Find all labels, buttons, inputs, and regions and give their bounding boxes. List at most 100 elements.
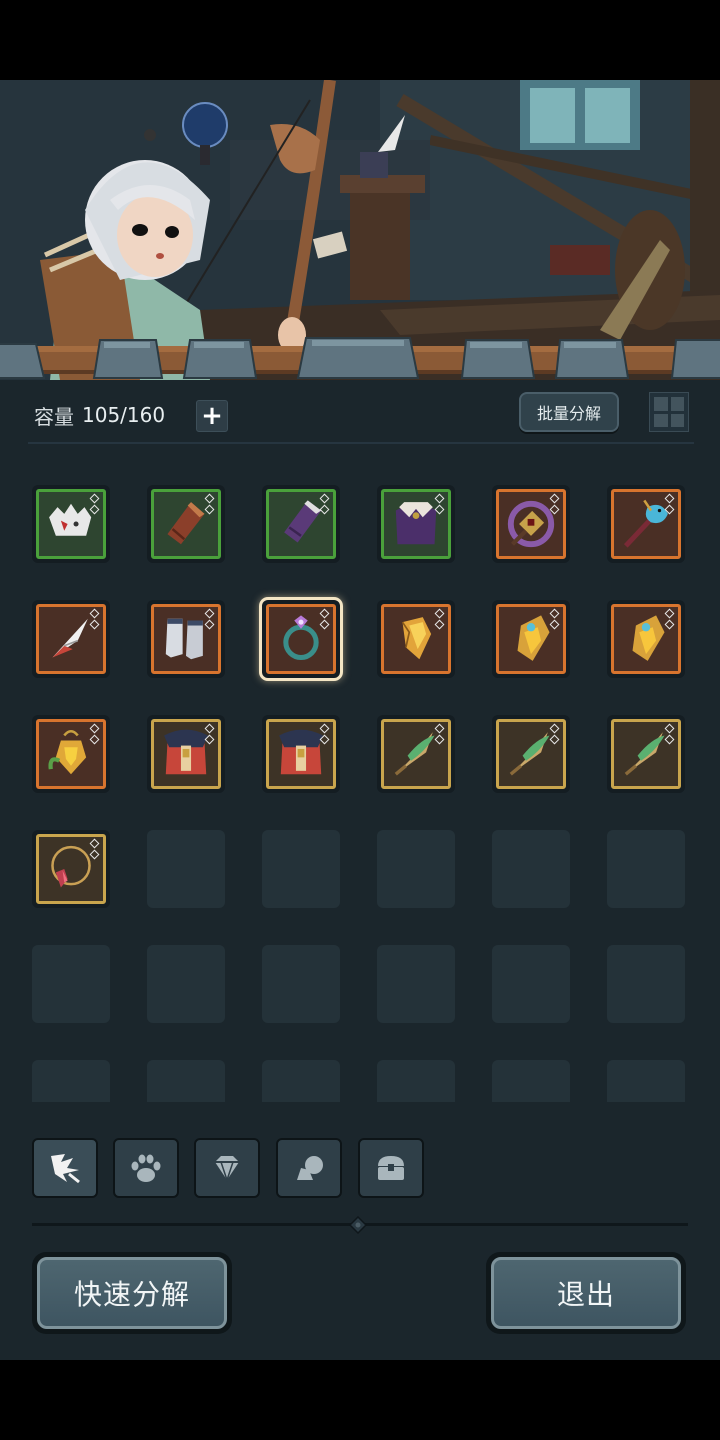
inventory-item-slot[interactable] bbox=[32, 600, 110, 678]
empty-slot bbox=[147, 830, 225, 908]
item-tag-icon bbox=[319, 493, 331, 517]
item-frame bbox=[266, 604, 336, 674]
exit-button[interactable]: 退出 bbox=[486, 1252, 686, 1334]
empty-slot bbox=[377, 1060, 455, 1102]
inventory-item-slot[interactable] bbox=[32, 715, 110, 793]
item-tag-icon bbox=[434, 493, 446, 517]
expand-capacity-button[interactable]: + bbox=[196, 400, 228, 432]
empty-slot bbox=[607, 945, 685, 1023]
inventory-item-slot[interactable] bbox=[492, 485, 570, 563]
item-frame bbox=[611, 719, 681, 789]
item-frame bbox=[496, 604, 566, 674]
item-tag-icon bbox=[664, 723, 676, 747]
character-scene bbox=[0, 80, 720, 380]
inventory-item-slot[interactable] bbox=[607, 715, 685, 793]
header-divider bbox=[28, 442, 694, 444]
inventory-item-slot[interactable] bbox=[377, 600, 455, 678]
inventory-item-slot[interactable] bbox=[32, 830, 110, 908]
item-frame bbox=[266, 489, 336, 559]
item-tag-icon bbox=[549, 723, 561, 747]
empty-slot bbox=[377, 945, 455, 1023]
inventory-item-slot[interactable] bbox=[147, 485, 225, 563]
item-frame bbox=[381, 489, 451, 559]
stone-plank-divider bbox=[0, 337, 720, 379]
empty-slot bbox=[607, 830, 685, 908]
batch-decompose-button[interactable]: 批量分解 bbox=[519, 392, 619, 432]
item-tag-icon bbox=[204, 493, 216, 517]
empty-slot bbox=[492, 1060, 570, 1102]
inventory-item-slot[interactable] bbox=[147, 600, 225, 678]
item-tag-icon bbox=[89, 723, 101, 747]
item-frame bbox=[266, 719, 336, 789]
item-frame bbox=[496, 489, 566, 559]
item-tag-icon bbox=[664, 608, 676, 632]
gem-tab-icon bbox=[215, 1156, 239, 1183]
item-tag-icon bbox=[434, 608, 446, 632]
category-tabs bbox=[0, 1138, 720, 1200]
inventory-item-slot[interactable] bbox=[377, 715, 455, 793]
empty-slot bbox=[607, 1060, 685, 1102]
capacity-display: 容量 105/160 bbox=[34, 400, 165, 430]
item-tag-icon bbox=[434, 723, 446, 747]
item-frame bbox=[496, 719, 566, 789]
tab-chests[interactable] bbox=[358, 1138, 424, 1198]
inventory-item-slot[interactable] bbox=[262, 600, 340, 678]
inventory-panel: 容量 105/160 + 批量分解 快速分解 退出 bbox=[0, 380, 720, 1360]
weapon-tab-icon bbox=[51, 1154, 80, 1184]
inventory-item-slot[interactable] bbox=[262, 485, 340, 563]
inventory-item-slot[interactable] bbox=[377, 485, 455, 563]
empty-slot bbox=[32, 945, 110, 1023]
item-tag-icon bbox=[319, 608, 331, 632]
empty-slot bbox=[377, 830, 455, 908]
item-frame bbox=[611, 604, 681, 674]
item-frame bbox=[611, 489, 681, 559]
empty-slot bbox=[262, 830, 340, 908]
inventory-item-slot[interactable] bbox=[607, 485, 685, 563]
inventory-item-slot[interactable] bbox=[147, 715, 225, 793]
plus-icon: + bbox=[201, 401, 223, 431]
item-tag-icon bbox=[204, 608, 216, 632]
empty-slot bbox=[147, 945, 225, 1023]
inventory-item-slot[interactable] bbox=[32, 485, 110, 563]
capacity-label: 容量 bbox=[34, 404, 74, 429]
exit-label: 退出 bbox=[491, 1257, 681, 1329]
inventory-grid bbox=[32, 485, 692, 1102]
item-frame bbox=[36, 719, 106, 789]
empty-slot bbox=[32, 1060, 110, 1102]
item-frame bbox=[36, 604, 106, 674]
empty-slot bbox=[147, 1060, 225, 1102]
material-tab-icon bbox=[297, 1156, 323, 1180]
paw-tab-icon bbox=[131, 1154, 161, 1182]
tab-gems[interactable] bbox=[194, 1138, 260, 1198]
item-tag-icon bbox=[319, 723, 331, 747]
empty-slot bbox=[492, 945, 570, 1023]
item-tag-icon bbox=[89, 838, 101, 862]
item-frame bbox=[381, 604, 451, 674]
divider-ornament-icon bbox=[349, 1216, 367, 1234]
capacity-value: 105/160 bbox=[82, 403, 166, 427]
item-frame bbox=[151, 604, 221, 674]
tab-pets[interactable] bbox=[113, 1138, 179, 1198]
quick-decompose-label: 快速分解 bbox=[37, 1257, 227, 1329]
quick-decompose-button[interactable]: 快速分解 bbox=[32, 1252, 232, 1334]
item-tag-icon bbox=[204, 723, 216, 747]
empty-slot bbox=[262, 945, 340, 1023]
item-tag-icon bbox=[89, 608, 101, 632]
tab-weapons[interactable] bbox=[32, 1138, 98, 1198]
tab-materials[interactable] bbox=[276, 1138, 342, 1198]
item-tag-icon bbox=[664, 493, 676, 517]
item-frame bbox=[151, 489, 221, 559]
item-tag-icon bbox=[89, 493, 101, 517]
empty-slot bbox=[492, 830, 570, 908]
inventory-item-slot[interactable] bbox=[492, 600, 570, 678]
chest-tab-icon bbox=[378, 1156, 404, 1180]
item-frame bbox=[36, 834, 106, 904]
inventory-item-slot[interactable] bbox=[492, 715, 570, 793]
item-frame bbox=[36, 489, 106, 559]
empty-slot bbox=[262, 1060, 340, 1102]
inventory-item-slot[interactable] bbox=[607, 600, 685, 678]
grid-view-toggle-icon[interactable] bbox=[649, 392, 689, 432]
item-tag-icon bbox=[549, 608, 561, 632]
item-frame bbox=[151, 719, 221, 789]
inventory-item-slot[interactable] bbox=[262, 715, 340, 793]
